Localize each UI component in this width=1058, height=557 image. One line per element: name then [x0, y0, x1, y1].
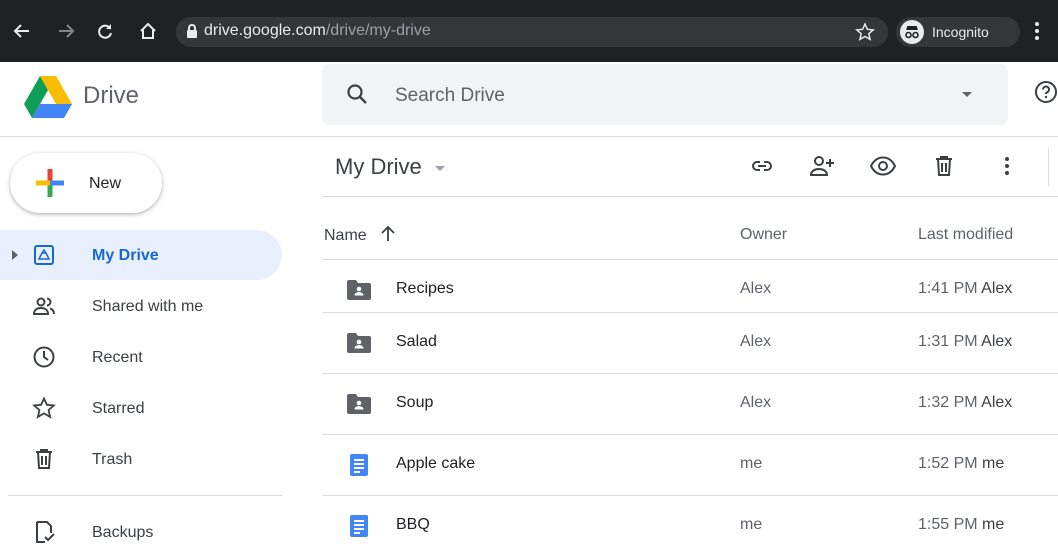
home-icon[interactable]: [134, 17, 162, 45]
file-name[interactable]: Recipes: [396, 280, 454, 298]
url-host: drive.google.com: [204, 22, 326, 39]
file-name[interactable]: Salad: [396, 333, 437, 351]
column-header-owner[interactable]: Owner: [740, 226, 787, 244]
file-last-modified: 1:31 PM Alex: [918, 333, 1012, 351]
modified-time: 1:41 PM: [918, 280, 978, 297]
shared-folder-icon: [346, 279, 372, 301]
url-path: /drive/my-drive: [325, 22, 431, 39]
forward-arrow-icon[interactable]: [52, 17, 80, 45]
sidebar-item-my-drive[interactable]: My Drive: [0, 230, 282, 280]
file-owner: Alex: [740, 280, 772, 297]
search-options-icon[interactable]: [962, 92, 972, 97]
sidebar-item-shared-with-me[interactable]: Shared with me: [0, 281, 282, 331]
preview-icon[interactable]: [869, 152, 897, 180]
back-arrow-icon[interactable]: [8, 17, 36, 45]
sidebar-item-label: Recent: [92, 349, 143, 366]
file-row[interactable]: BBQ me 1:55 PM me: [322, 495, 1058, 556]
file-last-modified: 1:55 PM me: [918, 516, 1004, 534]
modified-by: Alex: [981, 280, 1013, 297]
title-dropdown-icon[interactable]: [435, 166, 445, 171]
search-input[interactable]: Search Drive: [395, 85, 505, 107]
file-owner: Alex: [740, 394, 772, 411]
star-icon[interactable]: [855, 22, 875, 47]
file-last-modified: 1:41 PM Alex: [918, 280, 1012, 298]
sidebar-item-label: Shared with me: [92, 298, 204, 315]
plus-icon: [32, 165, 68, 206]
url-text[interactable]: drive.google.com/drive/my-drive: [204, 22, 431, 40]
page-title[interactable]: My Drive: [335, 154, 422, 180]
main-divider: [322, 196, 1058, 197]
modified-time: 1:32 PM: [918, 394, 978, 411]
file-name[interactable]: BBQ: [396, 516, 430, 534]
sidebar-item-label: Trash: [92, 451, 133, 468]
my-drive-icon: [32, 243, 56, 267]
shared-folder-icon: [346, 332, 372, 354]
modified-time: 1:31 PM: [918, 333, 978, 350]
incognito-icon: [900, 20, 924, 44]
clock-icon: [32, 345, 56, 369]
modified-time: 1:55 PM: [918, 516, 978, 533]
sidebar-item-label: Starred: [92, 400, 145, 417]
sidebar-item-trash[interactable]: Trash: [0, 434, 282, 484]
file-row[interactable]: Recipes Alex 1:41 PM Alex: [322, 259, 1058, 320]
header-divider: [0, 136, 1058, 137]
file-owner: me: [740, 455, 763, 472]
get-link-icon[interactable]: [748, 152, 776, 180]
backups-icon: [32, 520, 56, 544]
modified-by: Alex: [981, 333, 1013, 350]
file-row[interactable]: Soup Alex 1:32 PM Alex: [322, 373, 1058, 434]
expand-caret-icon[interactable]: [12, 250, 18, 260]
more-vert-icon[interactable]: [1034, 20, 1040, 47]
sidebar-item-label: My Drive: [92, 247, 159, 264]
file-name[interactable]: Apple cake: [396, 455, 475, 473]
modified-time: 1:52 PM: [918, 455, 978, 472]
sort-arrow-up-icon[interactable]: [381, 225, 395, 247]
share-icon[interactable]: [809, 152, 837, 180]
browser-toolbar: drive.google.com/drive/my-drive Incognit…: [0, 0, 1058, 62]
new-button[interactable]: New: [10, 153, 162, 213]
lock-icon[interactable]: [186, 24, 198, 44]
file-row[interactable]: Apple cake me 1:52 PM me: [322, 434, 1058, 495]
modified-by: me: [982, 516, 1005, 533]
sidebar-divider: [8, 495, 282, 496]
column-header-name[interactable]: Name: [324, 225, 395, 247]
file-last-modified: 1:52 PM me: [918, 455, 1004, 473]
drive-logo-icon[interactable]: [24, 76, 72, 123]
document-icon: [346, 454, 372, 476]
file-row[interactable]: Salad Alex 1:31 PM Alex: [322, 312, 1058, 373]
file-owner: Alex: [740, 333, 772, 350]
new-button-label: New: [89, 175, 122, 192]
search-box[interactable]: Search Drive: [322, 64, 1008, 125]
shared-folder-icon: [346, 393, 372, 415]
delete-icon[interactable]: [930, 152, 958, 180]
more-actions-icon[interactable]: [993, 152, 1021, 180]
file-owner: me: [740, 516, 763, 533]
modified-by: Alex: [981, 394, 1013, 411]
file-name[interactable]: Soup: [396, 394, 433, 412]
trash-icon: [32, 447, 56, 471]
column-header-name-label: Name: [324, 227, 367, 244]
modified-by: me: [982, 455, 1005, 472]
file-last-modified: 1:32 PM Alex: [918, 394, 1012, 412]
document-icon: [346, 515, 372, 537]
brand-name[interactable]: Drive: [83, 82, 139, 110]
sidebar-item-starred[interactable]: Starred: [0, 383, 282, 433]
reload-icon[interactable]: [91, 17, 119, 45]
sidebar-item-backups[interactable]: Backups: [0, 507, 282, 557]
incognito-label: Incognito: [932, 24, 989, 40]
help-icon[interactable]: [1034, 80, 1058, 109]
search-icon[interactable]: [346, 83, 368, 110]
sidebar-item-recent[interactable]: Recent: [0, 332, 282, 382]
star-outline-icon: [32, 396, 56, 420]
people-icon: [32, 294, 56, 318]
incognito-badge[interactable]: Incognito: [896, 17, 1020, 47]
toolbar-divider: [1048, 148, 1049, 186]
column-header-last-modified[interactable]: Last modified: [918, 226, 1013, 244]
sidebar-item-label: Backups: [92, 524, 154, 541]
